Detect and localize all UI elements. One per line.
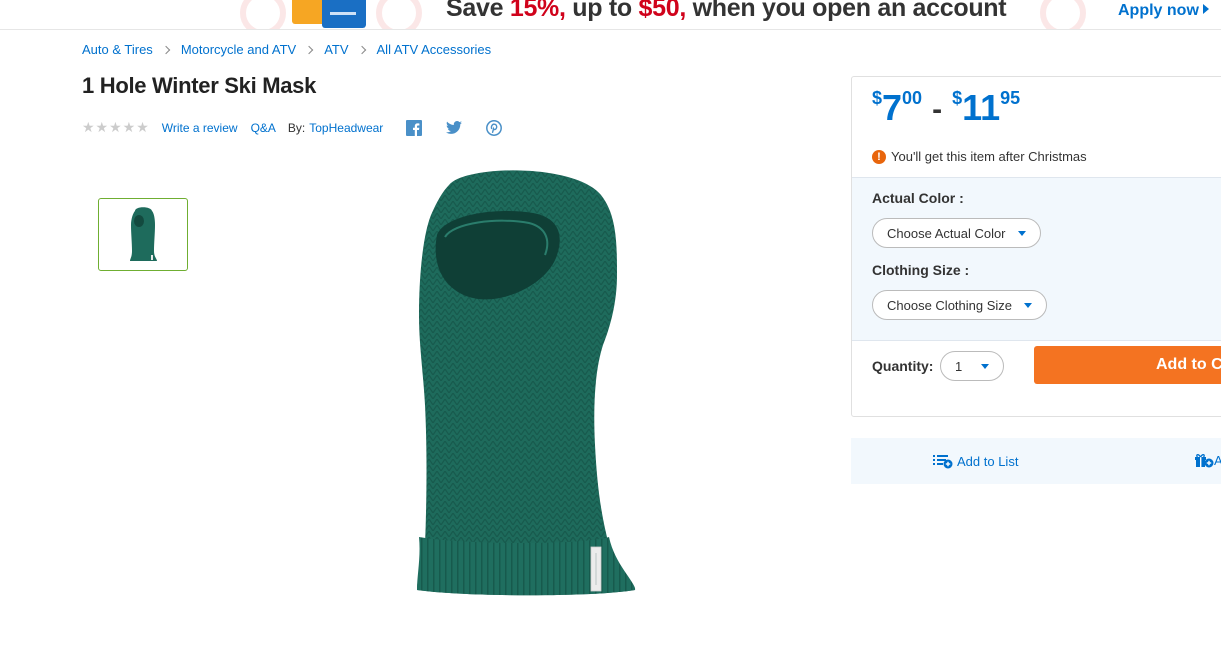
add-to-registry-button[interactable]: A	[1194, 452, 1221, 468]
brand-link[interactable]: TopHeadwear	[309, 121, 383, 135]
ski-mask-thumbnail-image	[130, 207, 157, 261]
add-to-list-icon	[933, 455, 953, 469]
promo-headline: Save 15%, up to $50, when you open an ac…	[446, 0, 1007, 22]
add-to-cart-button[interactable]: Add to Ca	[1034, 346, 1221, 384]
breadcrumb-atv[interactable]: ATV	[324, 42, 348, 57]
apply-now-link[interactable]: Apply now	[1118, 2, 1209, 20]
product-meta: ★★★★★ Write a review Q&A By: TopHeadwear	[82, 119, 503, 136]
breadcrumb-auto-tires[interactable]: Auto & Tires	[82, 42, 153, 57]
clothing-size-label: Clothing Size :	[872, 262, 970, 278]
pinterest-icon[interactable]	[486, 119, 503, 136]
list-actions-bar: Add to List A	[851, 438, 1221, 484]
breadcrumb-motorcycle-atv[interactable]: Motorcycle and ATV	[181, 42, 296, 57]
write-review-link[interactable]: Write a review	[162, 121, 238, 135]
actual-color-select[interactable]: Choose Actual Color	[872, 218, 1041, 248]
promo-banner[interactable]: Save 15%, up to $50, when you open an ac…	[0, 0, 1221, 30]
quantity-select[interactable]: 1	[940, 351, 1004, 381]
product-title: 1 Hole Winter Ski Mask	[82, 73, 317, 98]
breadcrumb: Auto & Tires Motorcycle and ATV ATV All …	[82, 42, 491, 57]
social-share	[406, 119, 503, 136]
quantity-label: Quantity:	[872, 358, 934, 374]
chevron-right-icon	[304, 45, 314, 54]
snowflake-decoration	[1040, 0, 1086, 29]
credit-card-image	[292, 0, 366, 28]
qa-link[interactable]: Q&A	[251, 121, 276, 135]
caret-down-icon	[981, 363, 989, 369]
shipping-note-text: You'll get this item after Christmas	[891, 149, 1087, 164]
actual-color-label: Actual Color :	[872, 190, 964, 206]
ski-mask-image	[417, 170, 636, 596]
rating-stars[interactable]: ★★★★★	[82, 119, 150, 136]
add-to-list-button[interactable]: Add to List	[933, 453, 1018, 469]
chevron-right-icon	[357, 45, 366, 54]
variant-selectors: Actual Color : Choose Actual Color Cloth…	[852, 177, 1221, 341]
price-range: $7 00 - $11 95	[872, 87, 1021, 128]
caret-down-icon	[1024, 302, 1033, 308]
product-thumbnail[interactable]	[98, 198, 188, 271]
alert-icon: !	[872, 149, 886, 164]
shipping-notice: ! You'll get this item after Christmas	[872, 149, 1087, 164]
snowflake-decoration	[240, 0, 286, 29]
breadcrumb-all-atv-accessories[interactable]: All ATV Accessories	[377, 42, 492, 57]
snowflake-decoration	[376, 0, 422, 29]
chevron-right-icon	[161, 45, 171, 54]
facebook-icon[interactable]	[406, 119, 423, 136]
arrow-right-icon	[1202, 4, 1209, 14]
gift-registry-icon	[1195, 454, 1214, 468]
brand-by-label: By:	[287, 120, 306, 135]
clothing-size-select[interactable]: Choose Clothing Size	[872, 290, 1048, 320]
caret-down-icon	[1017, 230, 1026, 236]
twitter-icon[interactable]	[446, 120, 463, 135]
buy-box: $7 00 - $11 95 ! You'll get this item afte…	[851, 76, 1221, 417]
product-main-image[interactable]	[405, 165, 645, 605]
